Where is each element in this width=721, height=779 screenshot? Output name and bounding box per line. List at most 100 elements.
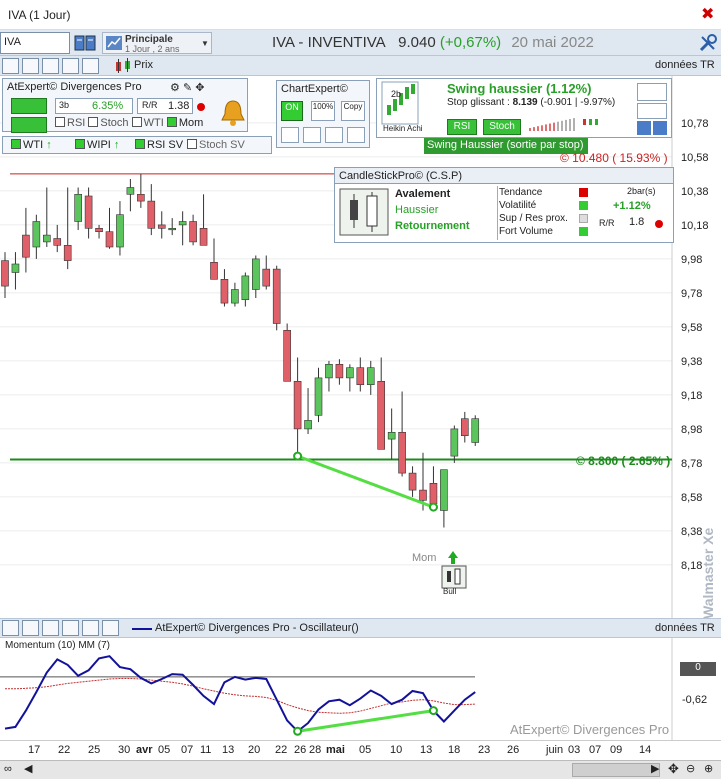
divergence-down-button[interactable] (11, 117, 47, 133)
pencil-icon[interactable] (303, 127, 321, 143)
settings-icon[interactable] (637, 103, 667, 119)
stoch-check[interactable]: Stoch (88, 117, 129, 129)
zoom-out-icon[interactable]: ⊖ (686, 762, 695, 775)
x-tick-label: 13 (222, 744, 235, 756)
candle-body (189, 221, 197, 243)
zoom-100-button[interactable]: 100% (311, 101, 335, 121)
copy-button[interactable]: Copy (341, 101, 365, 121)
indicator-checks: RSI Stoch WTI Mom (55, 117, 203, 129)
divergence-button[interactable] (11, 98, 47, 114)
stoch-checkbox[interactable] (88, 117, 99, 127)
scroll-thumb[interactable] (572, 763, 660, 777)
book-icon[interactable] (74, 34, 96, 52)
rsi-checkbox[interactable] (55, 117, 65, 127)
window-icon[interactable] (82, 58, 99, 74)
candle (335, 359, 344, 385)
chartexpert-panel: ChartExpert© ON 100% Copy (276, 80, 370, 148)
window-icon[interactable] (82, 620, 99, 636)
candle (325, 360, 333, 392)
chart-icon[interactable] (637, 121, 651, 135)
x-tick-label: 28 (309, 744, 322, 756)
candle-body (137, 194, 145, 202)
candle-body (22, 234, 30, 258)
waves-icon[interactable] (22, 620, 39, 636)
x-tick-label: avr (136, 744, 153, 756)
target-icon[interactable] (347, 127, 365, 143)
x-tick-label: 20 (248, 744, 261, 756)
on-button[interactable]: ON (281, 101, 303, 121)
move-icon[interactable]: ✥ (668, 761, 679, 777)
ap-icon[interactable] (62, 58, 79, 74)
settings-icon[interactable]: ⚙ (170, 82, 180, 94)
link-icon[interactable]: ∞ (4, 763, 12, 775)
candle-body (440, 469, 448, 511)
panel-controls[interactable]: ⚙ ✎ ✥ (170, 81, 246, 95)
rsi-button[interactable]: RSI (447, 119, 477, 135)
timeframe-selector[interactable]: Principale 1 Jour , 2 ans ▼ (102, 32, 212, 54)
rsi-check[interactable]: RSI (55, 117, 85, 129)
bell-icon[interactable] (218, 98, 248, 128)
strength-bar (549, 123, 551, 131)
waves-icon[interactable] (22, 58, 39, 74)
wti-checkbox[interactable] (131, 117, 142, 127)
ap-icon[interactable] (62, 620, 79, 636)
wti-flag-checkbox[interactable] (11, 139, 21, 149)
strength-bar (583, 119, 586, 125)
candle-body (272, 268, 281, 324)
wipi-flag-checkbox[interactable] (75, 139, 85, 149)
strength-bar (565, 119, 567, 131)
tools-icon[interactable] (281, 127, 299, 143)
palette-icon[interactable] (325, 127, 343, 143)
mom-checkbox[interactable] (166, 117, 177, 127)
move-icon[interactable] (637, 83, 667, 101)
resistance-label: © 10.480 ( 15.93% ) (560, 151, 668, 165)
flag-wipi-label: WIPI (87, 139, 111, 151)
stoch-button[interactable]: Stoch (483, 119, 521, 135)
candle (105, 207, 114, 249)
strength-bar (561, 120, 563, 131)
scroll-right-icon[interactable]: ▶ (651, 762, 659, 775)
divergence-point (293, 451, 303, 461)
x-tick-label: 23 (478, 744, 491, 756)
divergence-point (428, 706, 438, 716)
x-tick-label: 25 (88, 744, 101, 756)
stoch-sv-flag-checkbox[interactable] (187, 139, 197, 149)
flag-wipi[interactable]: WIPI ↑ (75, 139, 119, 151)
candle-body (346, 367, 354, 379)
compare-icon[interactable] (653, 121, 667, 135)
flag-rsi-sv[interactable]: RSI SV (135, 139, 183, 151)
fibonacci-icon[interactable] (42, 58, 59, 74)
candle-body (398, 431, 406, 474)
pattern-signal: Retournement (395, 220, 470, 232)
candle-body (42, 234, 51, 243)
scroll-left-icon[interactable]: ◀ (24, 762, 32, 775)
y-tick-label: 9,58 (681, 322, 702, 334)
tools-icon[interactable] (2, 58, 19, 74)
tools-icon[interactable] (2, 620, 19, 636)
mom-check[interactable]: Mom (166, 117, 203, 129)
horizontal-scrollbar[interactable]: ∞ ◀ ▶ ✥ ⊖ ⊕ (0, 760, 721, 779)
tools-icon[interactable] (698, 33, 718, 53)
indicator-flags-bar: WTI ↑ WIPI ↑ RSI SV Stoch SV (2, 136, 272, 154)
wti-check[interactable]: WTI (131, 117, 164, 129)
oscillator-watermark: AtExpert© Divergences Pro (510, 722, 670, 737)
close-icon[interactable] (102, 620, 119, 636)
symbol-input[interactable]: IVA (0, 32, 70, 54)
close-icon[interactable]: ✖ (701, 4, 714, 24)
rsi-sv-flag-checkbox[interactable] (135, 139, 145, 149)
strength-bar (553, 122, 555, 131)
divergence-point (428, 502, 438, 512)
zoom-in-icon[interactable]: ⊕ (704, 762, 713, 775)
x-tick-label: juin (546, 744, 564, 756)
fibonacci-icon[interactable] (42, 620, 59, 636)
candle (147, 184, 156, 236)
flag-wti[interactable]: WTI ↑ (11, 139, 52, 151)
price-chart[interactable]: 10,78 10,58 10,38 10,18 9,98 9,78 9,58 9,38 9,18… (0, 76, 721, 619)
move-icon[interactable]: ✥ (195, 82, 204, 94)
y-tick-label: 9,78 (681, 288, 702, 300)
candle-icon[interactable] (114, 58, 132, 74)
tools-icon[interactable]: ✎ (183, 82, 192, 94)
flag-stoch-sv[interactable]: Stoch SV (187, 139, 245, 151)
bull-pattern-icon-bar (454, 568, 461, 585)
oscillator-chart[interactable]: Momentum (10) MM (7) 0 -0,62 AtExpert© D… (0, 638, 721, 740)
